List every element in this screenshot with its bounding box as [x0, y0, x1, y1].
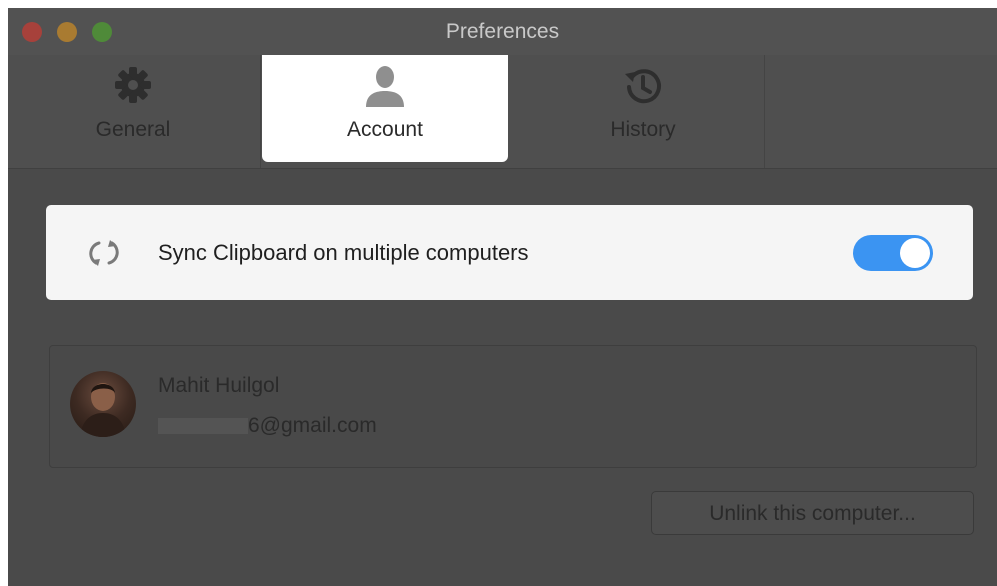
account-email-text: 6@gmail.com [248, 414, 377, 437]
preferences-window: Preferences General Account History Sync… [8, 8, 997, 586]
toolbar-divider [764, 55, 765, 168]
window-title: Preferences [445, 20, 560, 43]
tab-general[interactable]: General [8, 55, 258, 168]
tab-account-label: Account [347, 118, 423, 141]
sync-icon [86, 235, 122, 276]
sync-label: Sync Clipboard on multiple computers [158, 240, 529, 265]
account-name: Mahit Huilgol [158, 374, 280, 397]
title-bar: Preferences [8, 8, 997, 55]
sync-toggle[interactable] [853, 235, 933, 271]
toggle-knob [900, 238, 930, 268]
toolbar-divider [260, 55, 261, 168]
gear-icon [111, 63, 155, 112]
unlink-computer-button[interactable]: Unlink this computer... [651, 491, 974, 535]
avatar [70, 371, 136, 437]
tab-general-label: General [95, 118, 171, 141]
tab-account[interactable]: Account [262, 55, 508, 162]
sync-setting-card: Sync Clipboard on multiple computers [46, 205, 973, 300]
account-email: 6@gmail.com [158, 414, 377, 438]
preferences-toolbar: General Account History [8, 55, 997, 169]
tab-history[interactable]: History [518, 55, 768, 168]
tab-history-label: History [610, 118, 676, 141]
user-icon [362, 63, 408, 114]
history-icon [619, 63, 667, 116]
redacted-email-part [158, 418, 248, 434]
account-info-box: Mahit Huilgol 6@gmail.com [49, 345, 977, 468]
